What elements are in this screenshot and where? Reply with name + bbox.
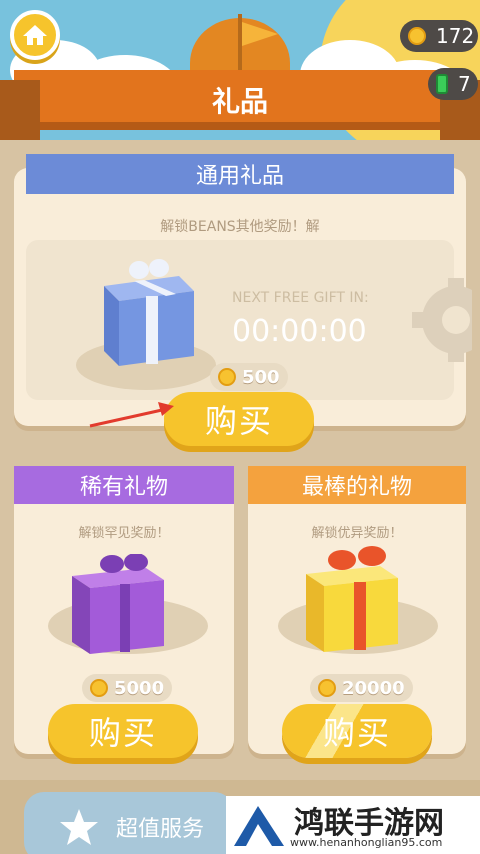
title-banner: 礼品	[0, 70, 480, 140]
watermark-url: www.henanhonglian95.com	[290, 836, 443, 849]
rare-gift-ribbon-label: 稀有礼物	[79, 475, 168, 500]
buy-button-label: 购买	[88, 714, 157, 752]
gem-icon	[436, 74, 448, 94]
buy-button-label: 购买	[204, 402, 273, 440]
blue-gift-box-icon	[104, 259, 194, 366]
coin-icon	[218, 368, 236, 386]
service-button-label: 超值服务	[116, 817, 205, 842]
flag-icon	[242, 22, 278, 46]
best-gift-unlock-text: 解锁优异奖励！	[311, 526, 403, 541]
rare-gift-ribbon: 稀有礼物	[14, 466, 234, 504]
coin-icon	[318, 679, 336, 697]
pointer-arrow-icon	[89, 402, 174, 428]
next-free-gift-timer: 00:00:00	[232, 314, 367, 349]
home-icon	[23, 25, 47, 45]
best-gift-price-value: 20000	[342, 677, 405, 699]
coin-icon	[408, 27, 426, 45]
common-gift-price: 500	[210, 363, 288, 391]
best-gift-ribbon: 最棒的礼物	[248, 466, 466, 504]
gear-icon	[412, 278, 472, 362]
coin-balance: 172	[400, 20, 478, 52]
page-title: 礼品	[211, 85, 268, 118]
coin-count: 172	[436, 24, 475, 48]
common-gift-price-value: 500	[242, 366, 280, 388]
rare-gift-unlock-text: 解锁罕见奖励！	[78, 526, 170, 541]
service-button[interactable]: 超值服务	[24, 792, 234, 854]
purple-gift-box-icon	[72, 554, 164, 654]
common-gift-ribbon-label: 通用礼品	[195, 164, 284, 189]
common-gift-buy-button[interactable]: 购买	[164, 392, 314, 446]
rare-gift-price-value: 5000	[114, 677, 165, 699]
gold-gift-box-icon	[306, 546, 398, 652]
rare-gift-price: 5000	[82, 674, 173, 702]
watermark-logo-icon	[234, 806, 284, 846]
best-gift-ribbon-label: 最棒的礼物	[301, 475, 412, 500]
common-gift-unlock-text: 解锁BEANS其他奖励！解	[160, 219, 320, 235]
coin-icon	[90, 679, 108, 697]
next-free-gift-label: NEXT FREE GIFT IN:	[232, 290, 369, 306]
best-gift-buy-button[interactable]: 购买	[282, 704, 432, 758]
rare-gift-buy-button[interactable]: 购买	[48, 704, 198, 758]
common-gift-ribbon: 通用礼品	[26, 154, 454, 194]
buy-button-label: 购买	[322, 714, 391, 752]
star-icon	[60, 809, 98, 845]
gem-count: 7	[458, 72, 471, 96]
watermark-overlay: 鸿联手游网 www.henanhonglian95.com	[226, 796, 480, 854]
home-button[interactable]	[10, 10, 60, 60]
gem-balance: 7	[428, 68, 478, 100]
best-gift-price: 20000	[310, 674, 413, 702]
